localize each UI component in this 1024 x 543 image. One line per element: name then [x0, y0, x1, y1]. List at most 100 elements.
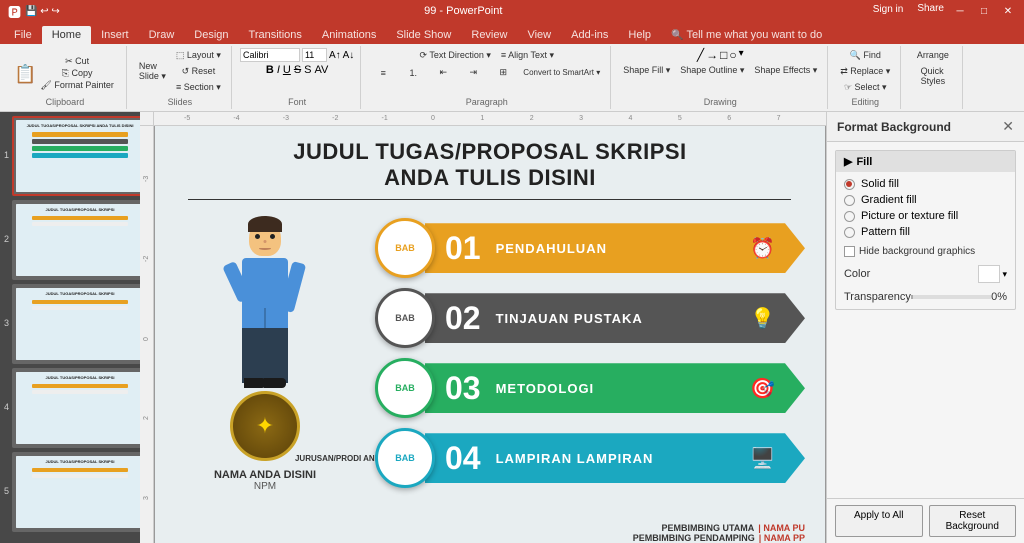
picture-fill-option[interactable]: Picture or texture fill — [844, 210, 1007, 222]
tab-view[interactable]: View — [517, 26, 561, 44]
layout-button[interactable]: ⬚ Layout ▾ — [172, 48, 225, 63]
slide-canvas[interactable]: JUDUL TUGAS/PROPOSAL SKRIPSI ANDA TULIS … — [154, 126, 826, 543]
color-swatch[interactable] — [978, 265, 1000, 283]
shadow-button[interactable]: S — [304, 64, 311, 76]
tab-design[interactable]: Design — [184, 26, 238, 44]
align-text-button[interactable]: ≡ Align Text ▾ — [497, 48, 558, 63]
apply-to-all-button[interactable]: Apply to All — [835, 505, 923, 537]
new-slide-button[interactable]: NewSlide ▾ — [135, 48, 170, 95]
tab-tell-me[interactable]: 🔍Tell me what you want to do — [661, 26, 832, 44]
paragraph-label: Paragraph — [363, 97, 610, 107]
shape-outline-button[interactable]: Shape Outline ▾ — [676, 63, 748, 78]
increase-indent-button[interactable]: ⇥ — [459, 65, 487, 80]
slide-body: ✦ NAMA ANDA DISINI NPM — [155, 210, 825, 492]
quick-access-icons: 💾 ↩ ↪ — [25, 6, 60, 17]
decrease-font-button[interactable]: A↓ — [343, 50, 355, 61]
char-spacing-button[interactable]: AV — [315, 64, 329, 76]
shape-fill-button[interactable]: Shape Fill ▾ — [619, 63, 674, 78]
tab-help[interactable]: Help — [618, 26, 661, 44]
replace-button[interactable]: ⇄ Replace ▾ — [836, 64, 894, 79]
shape-oval-icon[interactable]: ○ — [729, 48, 736, 62]
shape-line-icon[interactable]: ╱ — [697, 48, 704, 62]
shape-arrow-icon[interactable]: → — [706, 48, 718, 62]
column-button[interactable]: ⊞ — [489, 65, 517, 80]
slide-thumb-5[interactable]: JUDUL TUGAS/PROPOSAL SKRIPSI — [12, 452, 140, 532]
slides-label: Slides — [129, 97, 231, 107]
solid-fill-option[interactable]: Solid fill — [844, 178, 1007, 190]
section-button[interactable]: ≡ Section ▾ — [172, 80, 225, 95]
increase-font-button[interactable]: A↑ — [329, 50, 341, 61]
smartart-button[interactable]: Convert to SmartArt ▾ — [519, 65, 604, 80]
hide-background-checkbox[interactable] — [844, 246, 855, 257]
text-direction-button[interactable]: ⟳ Text Direction ▾ — [415, 48, 494, 63]
strikethrough-button[interactable]: S — [294, 64, 301, 76]
slide-thumb-2[interactable]: JUDUL TUGAS/PROPOSAL SKRIPSI — [12, 200, 140, 280]
paste-button[interactable]: 📋 ✂ Cut ⎘ Copy 🖌 Format Painter — [10, 54, 120, 93]
shape-more-icon[interactable]: ▾ — [739, 48, 744, 62]
gradient-fill-option[interactable]: Gradient fill — [844, 194, 1007, 206]
fill-section: ▶ Fill Solid fill Gradient fill — [835, 150, 1016, 310]
minimize-button[interactable]: ─ — [952, 3, 968, 19]
font-family-input[interactable] — [240, 48, 300, 62]
ribbon-group-editing: 🔍 Find ⇄ Replace ▾ ☞ Select ▾ Editing — [830, 46, 901, 109]
tab-home[interactable]: Home — [42, 26, 91, 44]
slide-canvas-area[interactable]: JUDUL TUGAS/PROPOSAL SKRIPSI ANDA TULIS … — [154, 126, 826, 543]
fill-header[interactable]: ▶ Fill — [836, 151, 1015, 172]
tab-animations[interactable]: Animations — [312, 26, 386, 44]
tab-file[interactable]: File — [4, 26, 42, 44]
ribbon-group-font: A↑ A↓ B I U S S AV Font — [234, 46, 361, 109]
format-painter-button[interactable]: 🖌 Format Painter — [38, 80, 115, 91]
slide-thumb-3[interactable]: JUDUL TUGAS/PROPOSAL SKRIPSI — [12, 284, 140, 364]
picture-fill-radio[interactable] — [844, 211, 855, 222]
shape-rect-icon[interactable]: □ — [720, 48, 727, 62]
person-pants — [242, 328, 288, 383]
tab-transitions[interactable]: Transitions — [239, 26, 312, 44]
vertical-ruler: -3 -2 0 2 3 — [140, 126, 154, 543]
slide-2-container: 2 JUDUL TUGAS/PROPOSAL SKRIPSI — [4, 200, 136, 280]
slide-thumb-1[interactable]: JUDUL TUGAS/PROPOSAL SKRIPSI ANDA TULIS … — [12, 116, 140, 196]
quick-styles-button[interactable]: QuickStyles — [917, 64, 950, 88]
italic-button[interactable]: I — [277, 64, 280, 76]
copy-button[interactable]: ⎘ Copy — [38, 68, 115, 79]
select-button[interactable]: ☞ Select ▾ — [840, 80, 891, 95]
shape-effects-button[interactable]: Shape Effects ▾ — [750, 63, 821, 78]
restore-button[interactable]: □ — [976, 3, 992, 19]
slide-3-number: 3 — [4, 318, 9, 328]
supervisor-row-2: PEMBIMBING PENDAMPING | NAMA PP — [633, 533, 805, 543]
transparency-slider[interactable] — [911, 295, 991, 299]
pattern-fill-option[interactable]: Pattern fill — [844, 226, 1007, 238]
share-button[interactable]: Share — [917, 3, 944, 19]
gradient-fill-radio[interactable] — [844, 195, 855, 206]
bab-number-2: 02 — [445, 300, 481, 337]
tab-slideshow[interactable]: Slide Show — [386, 26, 461, 44]
find-button[interactable]: 🔍 Find — [846, 48, 885, 63]
bab-banner-4: 04 LAMPIRAN LAMPIRAN 🖥️ — [425, 433, 805, 483]
reset-background-button[interactable]: Reset Background — [929, 505, 1017, 537]
bold-button[interactable]: B — [266, 64, 274, 76]
bab-circle-2: BAB — [375, 288, 435, 348]
close-button[interactable]: ✕ — [1000, 3, 1016, 19]
person-torso — [242, 258, 288, 328]
signin-button[interactable]: Sign in — [867, 3, 910, 19]
thumb-2-title: JUDUL TUGAS/PROPOSAL SKRIPSI — [46, 208, 115, 213]
tab-draw[interactable]: Draw — [139, 26, 185, 44]
decrease-indent-button[interactable]: ⇤ — [429, 65, 457, 80]
pattern-fill-radio[interactable] — [844, 227, 855, 238]
bullet-button[interactable]: ≡ — [369, 65, 397, 80]
tab-addins[interactable]: Add-ins — [561, 26, 618, 44]
person-hair — [248, 216, 282, 232]
arrange-button[interactable]: Arrange — [913, 48, 953, 62]
solid-fill-radio[interactable] — [844, 179, 855, 190]
numbering-button[interactable]: 1. — [399, 65, 427, 80]
thumb-4-title: JUDUL TUGAS/PROPOSAL SKRIPSI — [46, 376, 115, 381]
cut-button[interactable]: ✂ Cut — [38, 56, 115, 67]
slide-thumb-4[interactable]: JUDUL TUGAS/PROPOSAL SKRIPSI — [12, 368, 140, 448]
font-size-input[interactable] — [302, 48, 327, 62]
format-panel-close-button[interactable]: ✕ — [1002, 118, 1014, 135]
reset-button[interactable]: ↺ Reset — [172, 64, 225, 79]
underline-button[interactable]: U — [283, 64, 291, 76]
tab-insert[interactable]: Insert — [91, 26, 139, 44]
drawing-label: Drawing — [613, 97, 827, 107]
color-dropdown-arrow[interactable]: ▾ — [1002, 269, 1007, 280]
tab-review[interactable]: Review — [461, 26, 517, 44]
